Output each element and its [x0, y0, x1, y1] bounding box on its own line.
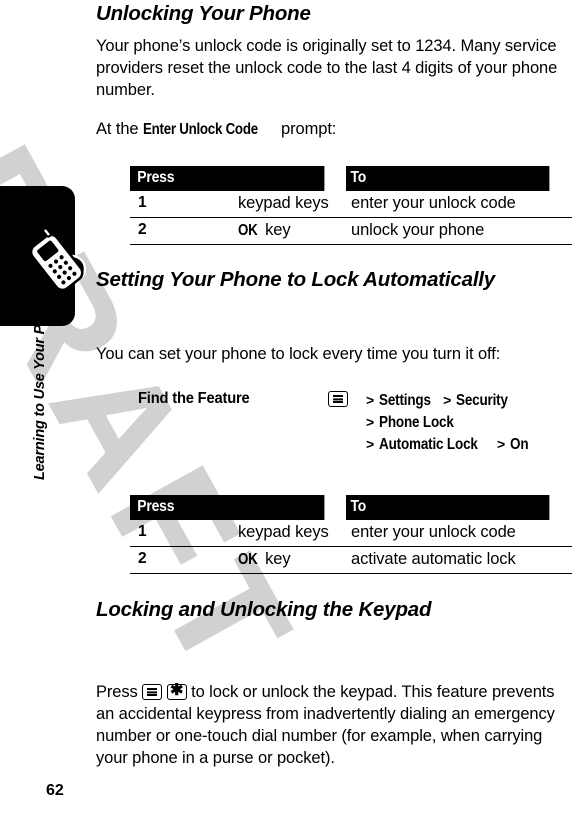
path-separator: >: [366, 436, 375, 453]
table-row: 2 OK key unlock your phone: [130, 217, 572, 245]
feature-path-line: > Automatic Lock > On: [366, 434, 576, 456]
intro-paragraph: Your phone’s unlock code is originally s…: [96, 37, 558, 99]
path-separator: >: [497, 436, 506, 453]
step-press: OK key: [238, 546, 346, 574]
path-separator: >: [366, 392, 375, 408]
section-heading-auto-lock: Setting Your Phone to Lock Automatically: [96, 268, 496, 291]
feature-path-line: > Settings > Security: [366, 390, 576, 412]
ok-key-label: OK: [238, 551, 258, 568]
column-header-to: To: [346, 166, 550, 191]
keypad-paragraph-lead: Press: [96, 683, 143, 701]
step-press: keypad keys: [238, 191, 346, 218]
ok-key-label: OK: [238, 222, 258, 239]
column-header-press: Press: [130, 166, 325, 191]
step-number: 1: [130, 191, 238, 218]
star-key-glyph: ✱: [170, 682, 184, 699]
step-to: unlock your phone: [346, 217, 572, 245]
phone-info-icon: i: [20, 227, 94, 294]
table-row: 1 keypad keys enter your unlock code: [130, 520, 572, 547]
prompt-text-after: prompt:: [276, 120, 337, 138]
path-item-settings: Settings: [379, 392, 432, 409]
phone-info-icon-svg: i: [29, 227, 87, 292]
path-item-phone-lock: Phone Lock: [379, 414, 455, 432]
table-header-row: Press To: [130, 495, 572, 520]
section-heading-keypad-lock: Locking and Unlocking the Keypad: [96, 598, 432, 621]
step-number: 1: [130, 520, 238, 547]
page-number: 62: [46, 782, 64, 799]
prompt-text-before: At the: [96, 120, 143, 138]
column-header-to: To: [346, 495, 550, 520]
star-key-icon: ✱: [166, 682, 187, 700]
path-separator: >: [366, 414, 375, 431]
table-header-row: Press To: [130, 166, 572, 191]
step-press-suffix: key: [260, 221, 291, 239]
path-item-automatic-lock: Automatic Lock: [379, 436, 479, 454]
prompt-paragraph: At the Enter Unlock Code prompt:: [96, 119, 568, 141]
menu-key-icon-wrap: [328, 391, 348, 409]
step-press: keypad keys: [238, 520, 346, 547]
keypad-lock-paragraph: Press ✱ to lock or unlock the keypad. Th…: [96, 682, 568, 770]
path-separator: >: [443, 392, 452, 408]
procedure-table-auto-lock: Press To 1 keypad keys enter your unlock…: [130, 495, 572, 574]
step-number: 2: [130, 546, 238, 574]
page-content: Unlocking Your Phone Your phone’s unlock…: [0, 0, 580, 818]
feature-path: > Settings > Security > Phone Lock > Aut…: [366, 390, 576, 456]
step-press-suffix: key: [260, 550, 291, 568]
feature-path-line: > Phone Lock: [366, 412, 576, 434]
path-item-security: Security: [456, 392, 509, 409]
page-title: Unlocking Your Phone: [96, 2, 311, 25]
procedure-table-unlock: Press To 1 keypad keys enter your unlock…: [130, 166, 572, 245]
auto-lock-paragraph: You can set your phone to lock every tim…: [96, 345, 501, 363]
menu-key-icon: [142, 684, 163, 700]
step-to: activate automatic lock: [346, 546, 572, 574]
chapter-side-title: Learning to Use Your Phone: [32, 291, 48, 480]
column-header-press: Press: [130, 495, 325, 520]
path-item-on: On: [510, 436, 529, 454]
table-row: 1 keypad keys enter your unlock code: [130, 191, 572, 218]
step-to: enter your unlock code: [346, 520, 572, 547]
prompt-emphasis: Enter Unlock Code: [143, 121, 258, 138]
find-the-feature-label: Find the Feature: [138, 390, 250, 407]
step-to: enter your unlock code: [346, 191, 572, 218]
step-number: 2: [130, 217, 238, 245]
step-press: OK key: [238, 217, 346, 245]
menu-key-icon: [328, 391, 348, 407]
keypad-paragraph-tail: to lock or unlock the keypad. This featu…: [96, 683, 555, 767]
table-row: 2 OK key activate automatic lock: [130, 546, 572, 574]
